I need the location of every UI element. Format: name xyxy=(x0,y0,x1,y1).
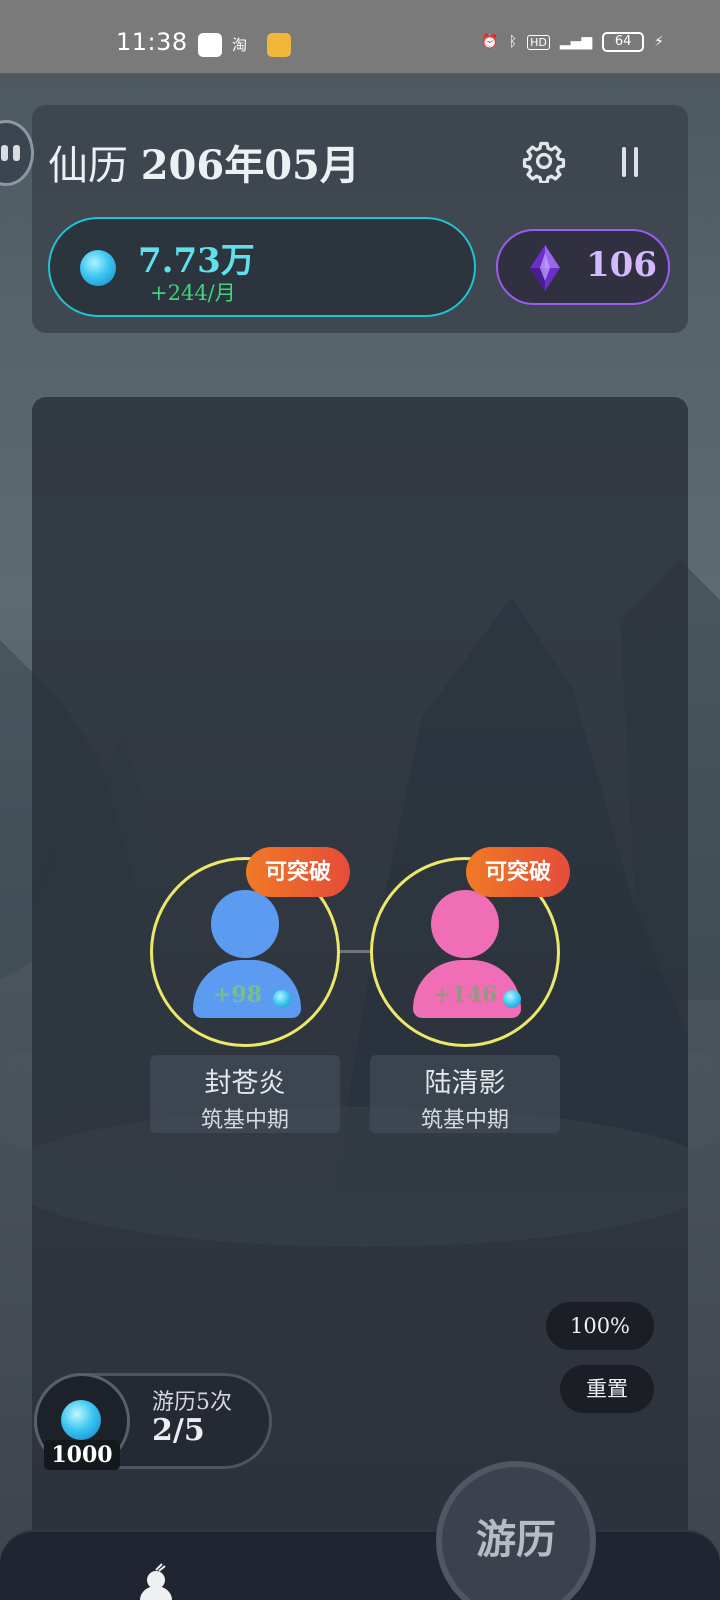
bluetooth-icon: ᛒ xyxy=(508,34,518,50)
disciple-gain: +98 xyxy=(213,982,263,1008)
taobao-icon: 淘 xyxy=(232,36,248,54)
notification-app-icon xyxy=(198,33,222,57)
bottom-navigation xyxy=(0,1530,720,1600)
hd-icon: HD xyxy=(527,34,550,50)
disciple-name-card: 陆清影 筑基中期 xyxy=(370,1055,560,1133)
calendar-prefix: 仙历 xyxy=(48,143,128,189)
spirit-stone-amount: 7.73万 xyxy=(138,241,255,281)
pause-bar-right xyxy=(634,147,638,177)
spirit-stone-icon xyxy=(503,990,521,1008)
status-bar: 11:38 淘 ⏰ ᛒ HD ▂▄▆ 64 ⚡ xyxy=(0,0,720,73)
gear-icon[interactable] xyxy=(522,139,566,183)
disciple-name: 封苍炎 xyxy=(204,1068,286,1099)
status-time: 11:38 xyxy=(116,28,188,56)
calendar-date: 仙历 206年05月 xyxy=(48,133,360,191)
side-tab-eye-icon xyxy=(13,145,20,161)
signal-icon: ▂▄▆ xyxy=(559,34,593,50)
disciple-rank: 筑基中期 xyxy=(420,1108,509,1133)
calendar-value: 206年05月 xyxy=(140,142,360,189)
status-indicators: ⏰ ᛒ HD ▂▄▆ 64 ⚡ xyxy=(481,32,664,52)
purple-crystal-icon xyxy=(530,245,560,291)
disciple-name-card: 封苍炎 筑基中期 xyxy=(150,1055,340,1133)
gourd-icon[interactable] xyxy=(132,1562,186,1600)
spirit-stone-rate: +244/月 xyxy=(150,281,236,305)
weibo-icon xyxy=(267,33,291,57)
avatar-head-icon xyxy=(431,890,499,958)
disciple-name: 陆清影 xyxy=(424,1068,506,1099)
pause-icon[interactable] xyxy=(612,143,646,179)
side-tab-eye-icon xyxy=(1,145,8,161)
crystal-counter[interactable]: 106 xyxy=(496,229,670,305)
spirit-stone-icon xyxy=(80,250,116,286)
breakthrough-badge[interactable]: 可突破 xyxy=(466,847,570,897)
disciple-gain: +146 xyxy=(433,982,498,1008)
spirit-stone-icon xyxy=(273,990,291,1008)
breakthrough-badge[interactable]: 可突破 xyxy=(246,847,350,897)
reset-view-button[interactable]: 重置 xyxy=(560,1365,654,1413)
pause-bar-left xyxy=(622,147,626,177)
travel-count: 2/5 xyxy=(152,1413,205,1448)
charging-icon: ⚡ xyxy=(654,34,664,50)
spirit-stone-counter[interactable]: 7.73万 +244/月 xyxy=(48,217,476,317)
zoom-level-button[interactable]: 100% xyxy=(546,1302,654,1350)
alarm-icon: ⏰ xyxy=(481,34,499,50)
disciple-link-line xyxy=(339,950,371,953)
disciple-rank: 筑基中期 xyxy=(200,1108,289,1133)
avatar-head-icon xyxy=(211,890,279,958)
battery-icon: 64 xyxy=(602,32,645,52)
travel-label: 游历5次 xyxy=(152,1390,232,1415)
spirit-stone-icon xyxy=(61,1400,101,1440)
crystal-amount: 106 xyxy=(586,245,657,285)
header-card: 仙历 206年05月 7.73万 +244/月 106 xyxy=(32,105,688,333)
travel-cost: 1000 xyxy=(44,1440,120,1470)
